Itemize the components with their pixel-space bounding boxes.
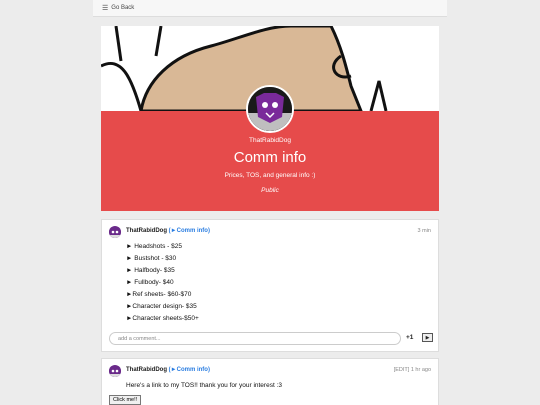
go-back-link[interactable]: Go Back bbox=[111, 5, 134, 11]
blog-title: Comm info bbox=[233, 149, 307, 166]
post-tag[interactable]: (►Comm info) bbox=[169, 228, 210, 234]
post-text: Here's a link to my TOS!! thank you for … bbox=[126, 382, 282, 389]
blog-avatar bbox=[246, 85, 294, 133]
post-author: ThatRabidDog (►Comm info) bbox=[126, 228, 210, 234]
blog-author[interactable]: ThatRabidDog bbox=[101, 137, 439, 144]
post-time: 3 min bbox=[417, 228, 431, 234]
post-author-name[interactable]: ThatRabidDog bbox=[126, 367, 167, 373]
post-author-name[interactable]: ThatRabidDog bbox=[126, 228, 167, 234]
play-icon[interactable]: ▶ bbox=[422, 333, 433, 342]
post-author: ThatRabidDog (►Comm info) bbox=[126, 367, 210, 373]
menu-icon[interactable]: ☰ bbox=[102, 4, 108, 12]
blog-description: Prices, TOS, and general info :) bbox=[224, 172, 316, 179]
price-line: ►Character sheets-$50+ bbox=[126, 315, 199, 322]
price-line: ► Fullbody- $40 bbox=[126, 279, 174, 286]
tos-link-button[interactable]: Click me!! bbox=[109, 395, 142, 405]
comment-input[interactable]: add a comment... bbox=[109, 332, 401, 345]
price-line: ► Headshots - $25 bbox=[126, 243, 182, 250]
blog-header: ThatRabidDog Comm info Prices, TOS, and … bbox=[101, 26, 439, 211]
price-line: ►Ref sheets- $60-$70 bbox=[126, 291, 192, 298]
price-line: ► Bustshot - $30 bbox=[126, 255, 177, 262]
post-card: ThatRabidDog (►Comm info) 3 min ► Headsh… bbox=[101, 219, 439, 352]
plus-one-button[interactable]: +1 bbox=[406, 334, 413, 341]
blog-visibility: Public bbox=[261, 187, 279, 194]
avatar[interactable] bbox=[109, 365, 121, 377]
price-line: ►Character design- $35 bbox=[126, 303, 197, 310]
post-time: [EDIT] 1 hr ago bbox=[393, 367, 431, 373]
post-card: ThatRabidDog (►Comm info) [EDIT] 1 hr ag… bbox=[101, 358, 439, 405]
avatar[interactable] bbox=[109, 226, 121, 238]
top-bar: ☰ Go Back bbox=[93, 0, 447, 17]
post-body: ► Headshots - $25 ► Bustshot - $30 ► Hal… bbox=[126, 241, 199, 325]
price-line: ► Halfbody- $35 bbox=[126, 267, 175, 274]
post-tag[interactable]: (►Comm info) bbox=[169, 367, 210, 373]
